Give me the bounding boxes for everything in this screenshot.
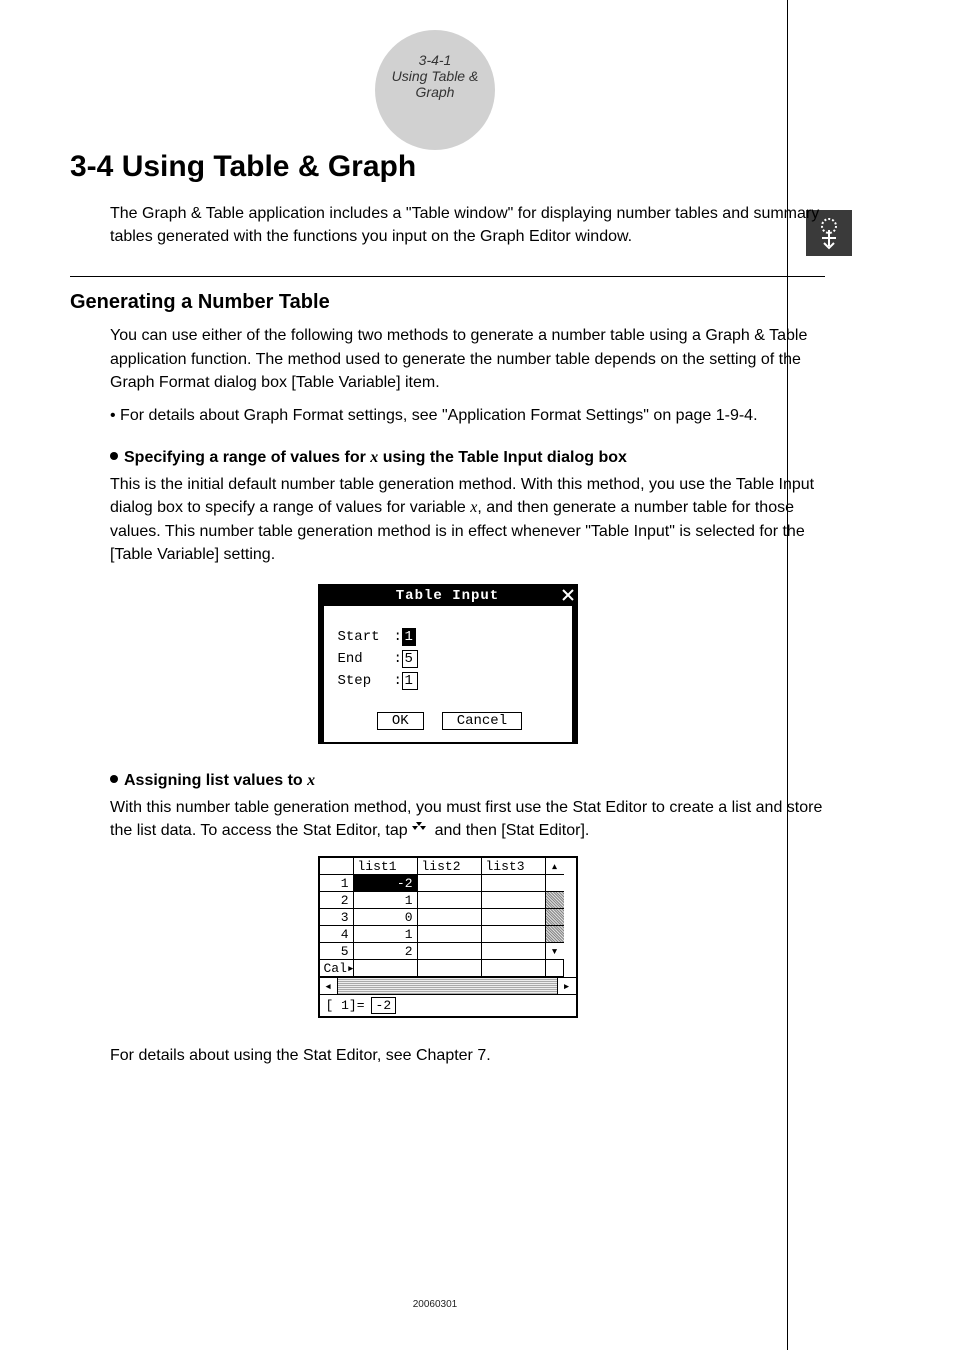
col-header-list3[interactable]: list3 [482, 858, 546, 875]
stat-editor-input-row: [ 1]= -2 [320, 994, 576, 1016]
cell-r2c2[interactable] [418, 892, 482, 909]
cell-r1c1[interactable]: -2 [354, 875, 418, 892]
table-input-start-row: Start : 1 [338, 628, 562, 646]
table-input-dialog: Table Input Start : 1 End : 5 Step [318, 584, 578, 744]
footer-number: 20060301 [413, 1299, 458, 1310]
close-icon[interactable] [560, 586, 576, 605]
scroll-thumb[interactable] [546, 926, 564, 943]
end-field[interactable]: 5 [402, 650, 418, 668]
start-field[interactable]: 1 [402, 628, 416, 646]
header-circle: 3-4-1 Using Table & Graph [375, 30, 495, 150]
row-number: 1 [320, 875, 354, 892]
subheading: Generating a Number Table [70, 291, 825, 314]
table-input-titlebar: Table Input [320, 586, 576, 606]
input-value-box[interactable]: -2 [371, 997, 397, 1014]
scroll-right-icon[interactable]: ▸ [558, 978, 576, 994]
header-section-number: 3-4-1 [419, 52, 452, 68]
hscroll-track[interactable] [338, 978, 558, 994]
branch-icon [412, 819, 430, 842]
dot-heading-1: Specifying a range of values for x using… [110, 449, 825, 467]
table-input-title: Table Input [396, 588, 499, 604]
col-header-list2[interactable]: list2 [418, 858, 482, 875]
header-section-title: Using Table & Graph [375, 68, 495, 100]
scroll-track[interactable] [546, 875, 564, 892]
cell-r4c2[interactable] [418, 926, 482, 943]
step-label: Step [338, 673, 372, 689]
body3b: and then [Stat Editor]. [435, 822, 590, 839]
table-input-end-row: End : 5 [338, 650, 562, 668]
cell-r3c2[interactable] [418, 909, 482, 926]
page-title: 3-4 Using Table & Graph [70, 150, 825, 184]
cell-r3c1[interactable]: 0 [354, 909, 418, 926]
corner-cell [320, 858, 354, 875]
scroll-up-icon[interactable]: ▴ [546, 858, 564, 875]
cell-r5c2[interactable] [418, 943, 482, 960]
intro-paragraph: The Graph & Table application includes a… [110, 202, 825, 248]
scroll-thumb[interactable] [546, 892, 564, 909]
bullet-dot-icon [110, 452, 118, 460]
cell-r2c1[interactable]: 1 [354, 892, 418, 909]
body-paragraph-1: You can use either of the following two … [110, 324, 825, 394]
row-number: 2 [320, 892, 354, 909]
start-label: Start [338, 629, 394, 645]
cal-button[interactable]: Cal▸ [320, 960, 354, 977]
cell-r3c3[interactable] [482, 909, 546, 926]
input-prefix: [ 1]= [326, 998, 365, 1013]
dot2-prefix: Assigning list values to [124, 772, 307, 789]
dot2-var: x [307, 772, 315, 789]
dot1-suffix: using the Table Input dialog box [378, 449, 627, 466]
row-number: 4 [320, 926, 354, 943]
horizontal-rule [70, 276, 825, 277]
stat-editor-grid: list1 list2 list3 ▴ 1 -2 2 1 3 0 [320, 858, 576, 977]
col-header-list1[interactable]: list1 [354, 858, 418, 875]
step-field[interactable]: 1 [402, 672, 418, 690]
row-number: 5 [320, 943, 354, 960]
table-input-step-row: Step : 1 [338, 672, 562, 690]
row-number: 3 [320, 909, 354, 926]
ok-button[interactable]: OK [377, 712, 424, 730]
scroll-down-icon[interactable]: ▾ [546, 943, 564, 960]
bullet-dot-icon [110, 775, 118, 783]
dot-heading-2: Assigning list values to x [110, 772, 825, 790]
cell-r4c3[interactable] [482, 926, 546, 943]
cancel-button[interactable]: Cancel [442, 712, 522, 730]
cell-r4c1[interactable]: 1 [354, 926, 418, 943]
scroll-left-icon[interactable]: ◂ [320, 978, 338, 994]
dot1-prefix: Specifying a range of values for [124, 449, 370, 466]
cell-r5c3[interactable] [482, 943, 546, 960]
end-label: End [338, 651, 363, 667]
stat-editor-figure: list1 list2 list3 ▴ 1 -2 2 1 3 0 [318, 856, 578, 1018]
horizontal-scrollbar[interactable]: ◂ ▸ [320, 977, 576, 994]
cell-r5c1[interactable]: 2 [354, 943, 418, 960]
cell-r1c3[interactable] [482, 875, 546, 892]
body-paragraph-2: This is the initial default number table… [110, 473, 825, 566]
closing-paragraph: For details about using the Stat Editor,… [110, 1044, 825, 1067]
cell-r1c2[interactable] [418, 875, 482, 892]
bullet-line-1: • For details about Graph Format setting… [110, 404, 825, 427]
body-paragraph-3: With this number table generation method… [110, 796, 825, 843]
scroll-thumb[interactable] [546, 909, 564, 926]
cell-r2c3[interactable] [482, 892, 546, 909]
